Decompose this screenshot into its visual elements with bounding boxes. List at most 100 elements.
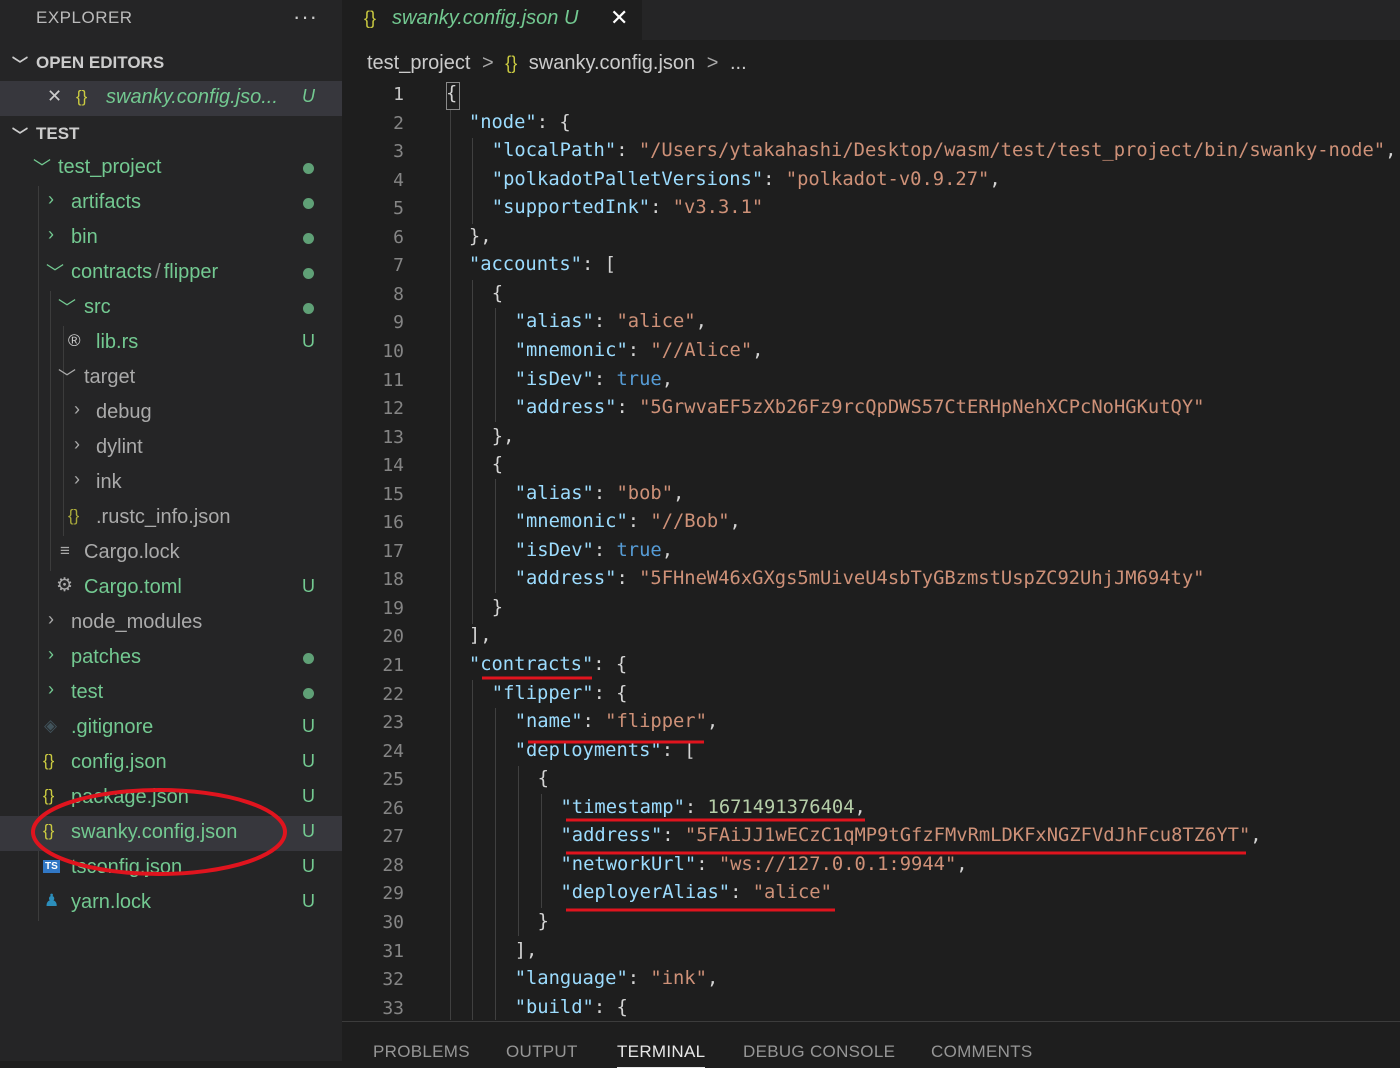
tree-folder-artifacts[interactable]: › artifacts: [0, 186, 342, 221]
line-number: 13: [382, 426, 404, 448]
chevron-down-icon: ﹀: [12, 57, 29, 74]
code-token: ,: [706, 968, 719, 990]
tree-file-gitignore[interactable]: ◈ .gitignore U: [0, 711, 342, 746]
tab-label: swanky.config.json: [392, 7, 559, 29]
tree-folder-test-project[interactable]: ﹀ test_project: [0, 151, 342, 186]
code-token: : {: [593, 682, 628, 704]
code-line: "isDev": true,: [515, 540, 673, 561]
tree-folder-dylint[interactable]: › dylint: [0, 431, 342, 466]
tree-folder-contracts-flipper[interactable]: ﹀ contracts / flipper: [0, 256, 342, 291]
tab-terminal[interactable]: TERMINAL: [617, 1042, 706, 1068]
tree-item-label: tsconfig.json: [71, 856, 183, 878]
tree-folder-target[interactable]: ﹀ target: [0, 361, 342, 396]
tree-file-cargo-lock[interactable]: ≡ Cargo.lock: [0, 536, 342, 571]
code-line: },: [469, 226, 492, 247]
chevron-right-icon: ›: [74, 434, 80, 454]
code-token: : [: [661, 739, 696, 761]
breadcrumb-folder[interactable]: test_project: [367, 52, 470, 74]
code-line: "localPath": "/Users/ytakahashi/Desktop/…: [492, 140, 1397, 161]
line-number: 31: [382, 940, 404, 962]
open-editor-item[interactable]: ✕ {} swanky.config.jso... U: [0, 81, 342, 116]
tree-folder-ink[interactable]: › ink: [0, 466, 342, 501]
editor-area: {} swanky.config.json U ✕ test_project >…: [342, 0, 1400, 1061]
tree-item-label: test_project: [58, 156, 162, 178]
line-number: 25: [382, 769, 404, 791]
line-number: 3: [393, 141, 404, 163]
breadcrumb-symbol[interactable]: ...: [730, 52, 747, 74]
code-token: :: [593, 539, 617, 561]
code-token: },: [491, 425, 515, 447]
code-editor[interactable]: 1{2 "node": {3 "localPath": "/Users/ytakah…: [342, 80, 1400, 1020]
chevron-right-icon: ›: [74, 469, 80, 489]
git-status-badge: U: [302, 716, 315, 736]
code-line: "accounts": [: [469, 254, 616, 275]
explorer-title: EXPLORER: [36, 8, 133, 27]
code-token: }: [537, 910, 549, 932]
code-token: "//Alice": [650, 339, 753, 361]
code-line: "isDev": true,: [515, 369, 673, 390]
tree-folder-bin[interactable]: › bin: [0, 221, 342, 256]
code-token: :: [593, 311, 617, 333]
indent-guide: [495, 708, 496, 1020]
tree-file-lib-rs[interactable]: ® lib.rs U: [0, 326, 342, 361]
code-token: :: [627, 339, 651, 361]
indent-guide: [495, 479, 496, 593]
code-line: "networkUrl": "ws://127.0.0.1:9944",: [561, 854, 968, 875]
code-token: ,: [1250, 825, 1262, 847]
tree-folder-src[interactable]: ﹀ src: [0, 291, 342, 326]
line-number: 9: [393, 312, 404, 334]
tree-file-yarn-lock[interactable]: ♟ yarn.lock U: [0, 886, 342, 921]
line-number: 16: [382, 512, 404, 534]
code-line: "polkadotPalletVersions": "polkadot-v0.9…: [492, 169, 1001, 190]
json-file-icon: {}: [76, 87, 88, 106]
code-token: "networkUrl": [560, 853, 697, 875]
tree-file-config-json[interactable]: {} config.json U: [0, 746, 342, 781]
tab-comments[interactable]: COMMENTS: [931, 1042, 1033, 1062]
code-token: "mnemonic": [514, 511, 628, 533]
line-number: 26: [382, 797, 404, 819]
json-file-icon: {}: [43, 786, 55, 805]
code-token: "address": [514, 397, 617, 419]
code-token: "name": [514, 711, 583, 733]
git-status-badge: U: [563, 7, 579, 29]
line-number: 2: [393, 112, 404, 134]
workspace-section-header[interactable]: ﹀ TEST: [0, 117, 342, 151]
tree-folder-debug[interactable]: › debug: [0, 396, 342, 431]
line-number: 12: [382, 398, 404, 420]
open-editors-section-header[interactable]: ﹀ OPEN EDITORS: [0, 46, 342, 80]
tree-folder-test[interactable]: › test: [0, 676, 342, 711]
tree-file-package-json[interactable]: {} package.json U: [0, 781, 342, 816]
json-file-icon: {}: [364, 8, 377, 28]
git-modified-dot: [303, 303, 314, 314]
code-line: "alias": "bob",: [515, 483, 685, 504]
code-token: {: [491, 454, 504, 476]
code-token: "polkadotPalletVersions": [491, 168, 764, 190]
tree-file-cargo-toml[interactable]: ⚙ Cargo.toml U: [0, 571, 342, 606]
editor-tab-swanky-config[interactable]: {} swanky.config.json U ✕: [342, 0, 642, 40]
code-line: {: [492, 454, 503, 475]
tab-output[interactable]: OUTPUT: [506, 1042, 578, 1062]
more-actions-icon[interactable]: ···: [293, 4, 318, 30]
close-icon[interactable]: ✕: [610, 5, 628, 31]
line-number: 30: [382, 911, 404, 933]
code-token: "flipper": [605, 711, 707, 733]
tree-file-tsconfig[interactable]: TS tsconfig.json U: [0, 851, 342, 886]
tree-file-swanky-config[interactable]: {} swanky.config.json U: [0, 816, 342, 851]
code-token: "//Bob": [650, 511, 730, 533]
tab-problems[interactable]: PROBLEMS: [373, 1042, 470, 1062]
tree-file-rustc-info[interactable]: {} .rustc_info.json: [0, 501, 342, 536]
tree-folder-patches[interactable]: › patches: [0, 641, 342, 676]
line-number: 24: [382, 740, 404, 762]
git-status-badge: U: [302, 786, 315, 806]
code-token: {: [537, 768, 549, 790]
code-token: :: [616, 140, 639, 162]
code-token: "bob": [616, 482, 674, 504]
code-token: :: [616, 397, 640, 419]
breadcrumb-file[interactable]: swanky.config.json: [529, 52, 695, 74]
line-number: 17: [382, 540, 404, 562]
tree-folder-node-modules[interactable]: › node_modules: [0, 606, 342, 641]
tab-debug-console[interactable]: DEBUG CONSOLE: [743, 1042, 895, 1062]
json-file-icon: {}: [43, 751, 55, 770]
indent-guide: [472, 680, 473, 1020]
close-icon[interactable]: ✕: [47, 86, 62, 107]
